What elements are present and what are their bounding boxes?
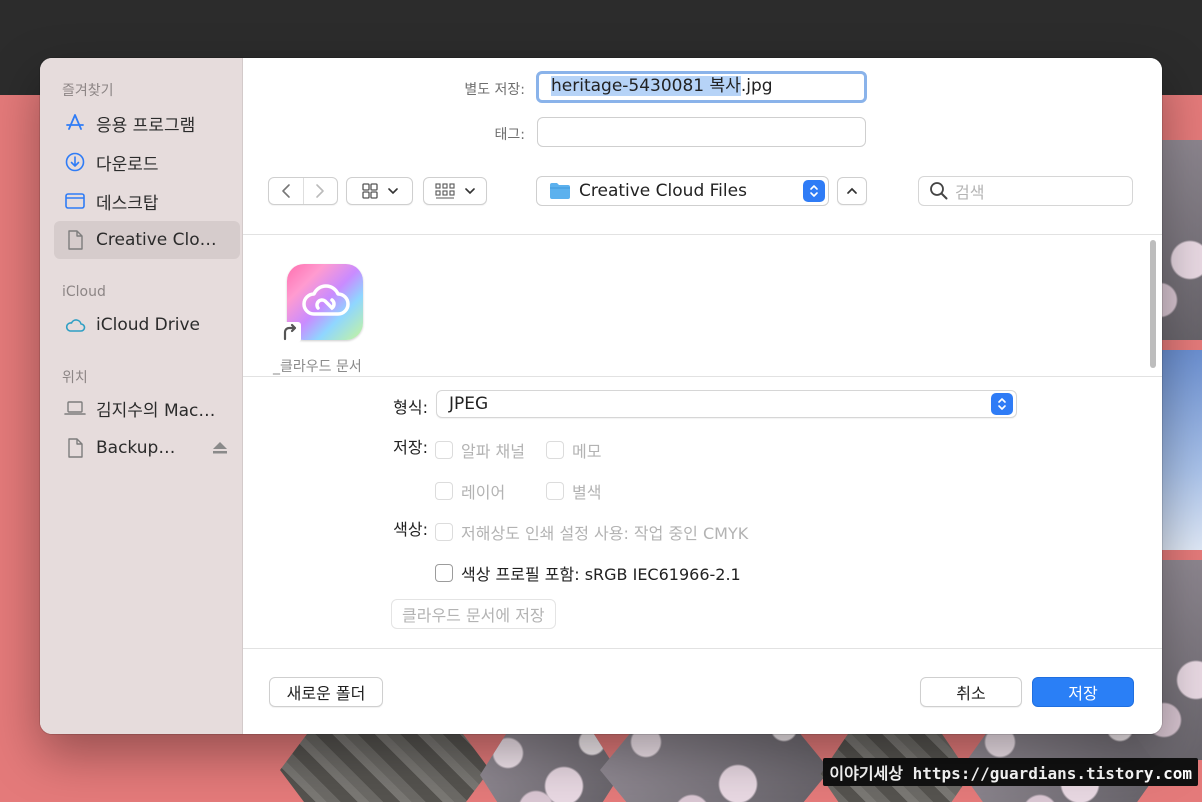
location-label: Creative Cloud Files [579, 181, 747, 201]
save-button[interactable]: 저장 [1032, 677, 1134, 707]
filename-field[interactable]: heritage-5430081 복사.jpg [536, 71, 867, 103]
checkbox-label: 저해상도 인쇄 설정 사용: 작업 중인 CMYK [461, 524, 749, 543]
group-view-icon [435, 183, 455, 199]
search-field[interactable]: 검색 [918, 176, 1133, 206]
collapse-button[interactable] [837, 177, 867, 205]
sidebar-item-label: 응용 프로그램 [96, 115, 196, 136]
checkbox-label: 별색 [572, 483, 602, 502]
popup-stepper-icon [991, 393, 1013, 415]
format-label: 형식: [393, 398, 428, 417]
search-placeholder: 검색 [955, 183, 985, 202]
sidebar-item-label: Backup… [96, 438, 176, 458]
document-icon [64, 437, 86, 459]
sidebar-item-mac[interactable]: 김지수의 Mac… [54, 389, 240, 427]
tags-label: 태그: [494, 127, 525, 143]
divider [243, 648, 1162, 649]
filename-selection: heritage-5430081 복사 [551, 76, 741, 96]
checkbox-box [435, 564, 453, 582]
memo-checkbox[interactable]: 메모 [546, 438, 601, 462]
watermark: 이야기세상 https://guardians.tistory.com [823, 758, 1198, 786]
sidebar-item-label: 김지수의 Mac… [96, 400, 216, 421]
cancel-button[interactable]: 취소 [920, 677, 1022, 707]
checkbox-label: 레이어 [461, 483, 506, 502]
layer-checkbox[interactable]: 레이어 [435, 479, 505, 503]
scrollbar[interactable] [1150, 240, 1156, 368]
chevron-right-icon [316, 184, 325, 198]
soft-proof-checkbox[interactable]: 저해상도 인쇄 설정 사용: 작업 중인 CMYK [435, 520, 748, 544]
icon-view-button[interactable] [346, 177, 413, 205]
sidebar-section-favorites: 즐겨찾기 [62, 83, 114, 99]
format-popup[interactable]: JPEG [436, 390, 1017, 418]
sidebar-item-icloud-drive[interactable]: iCloud Drive [54, 306, 240, 344]
chevron-down-icon [465, 188, 475, 195]
document-icon [64, 229, 86, 251]
applications-icon [64, 112, 86, 134]
back-button[interactable] [269, 178, 304, 204]
divider [243, 376, 1162, 377]
checkbox-label: 알파 채널 [461, 442, 525, 461]
save-to-cloud-button[interactable]: 클라우드 문서에 저장 [391, 599, 556, 629]
popup-stepper-icon [803, 180, 825, 202]
checkbox-label: 색상 프로필 포함: sRGB IEC61966-2.1 [461, 565, 741, 584]
checkbox-box [546, 441, 564, 459]
grid-view-icon [361, 183, 378, 199]
folder-icon [550, 183, 570, 199]
checkbox-box [435, 523, 453, 541]
sidebar-section-icloud: iCloud [62, 284, 106, 300]
sidebar-item-applications[interactable]: 응용 프로그램 [54, 104, 240, 142]
file-browser: _클라우드 문서 [243, 236, 1162, 376]
checkbox-box [435, 482, 453, 500]
sidebar-item-backup[interactable]: Backup… [54, 429, 240, 467]
file-name-label: _클라우드 문서 [273, 359, 362, 375]
sidebar-item-label: 데스크탑 [96, 193, 159, 214]
checkbox-box [546, 482, 564, 500]
new-folder-button[interactable]: 새로운 폴더 [269, 677, 383, 707]
save-options-label: 저장: [393, 438, 428, 457]
alpha-channel-checkbox[interactable]: 알파 채널 [435, 438, 525, 462]
sidebar-section-locations: 위치 [62, 370, 88, 386]
chevron-up-icon [847, 187, 857, 194]
sidebar-item-downloads[interactable]: 다운로드 [54, 143, 240, 181]
sidebar-item-creative-cloud[interactable]: Creative Clo… [54, 221, 240, 259]
group-view-button[interactable] [423, 177, 487, 205]
download-icon [64, 151, 86, 173]
back-forward-group [268, 177, 338, 205]
laptop-icon [64, 397, 86, 419]
chevron-left-icon [281, 184, 290, 198]
filename-extension: .jpg [740, 76, 773, 96]
save-dialog: 즐겨찾기 응용 프로그램 다운로드 데스크탑 Creative Clo… iCl… [40, 58, 1162, 734]
eject-icon[interactable] [212, 441, 228, 455]
forward-button[interactable] [304, 178, 338, 204]
sidebar: 즐겨찾기 응용 프로그램 다운로드 데스크탑 Creative Clo… iCl… [40, 58, 243, 734]
sidebar-item-label: 다운로드 [96, 154, 159, 175]
tags-field[interactable] [537, 117, 866, 147]
checkbox-box [435, 441, 453, 459]
sidebar-item-desktop[interactable]: 데스크탑 [54, 182, 240, 220]
save-as-label: 별도 저장: [464, 82, 525, 98]
format-value: JPEG [449, 394, 489, 414]
color-label: 색상: [393, 520, 428, 539]
embed-profile-checkbox[interactable]: 색상 프로필 포함: sRGB IEC61966-2.1 [435, 561, 741, 585]
location-popup[interactable]: Creative Cloud Files [536, 176, 829, 206]
desktop-icon [64, 190, 86, 212]
alias-arrow-icon [281, 322, 301, 342]
spot-color-checkbox[interactable]: 별색 [546, 479, 601, 503]
chevron-down-icon [387, 188, 398, 195]
main-pane: 별도 저장: heritage-5430081 복사.jpg 태그: Creat… [243, 58, 1162, 734]
cloud-icon [64, 314, 86, 336]
divider [243, 234, 1162, 235]
checkbox-label: 메모 [572, 442, 602, 461]
search-icon [930, 182, 948, 200]
sidebar-item-label: iCloud Drive [96, 315, 201, 335]
sidebar-item-label: Creative Clo… [96, 230, 217, 250]
